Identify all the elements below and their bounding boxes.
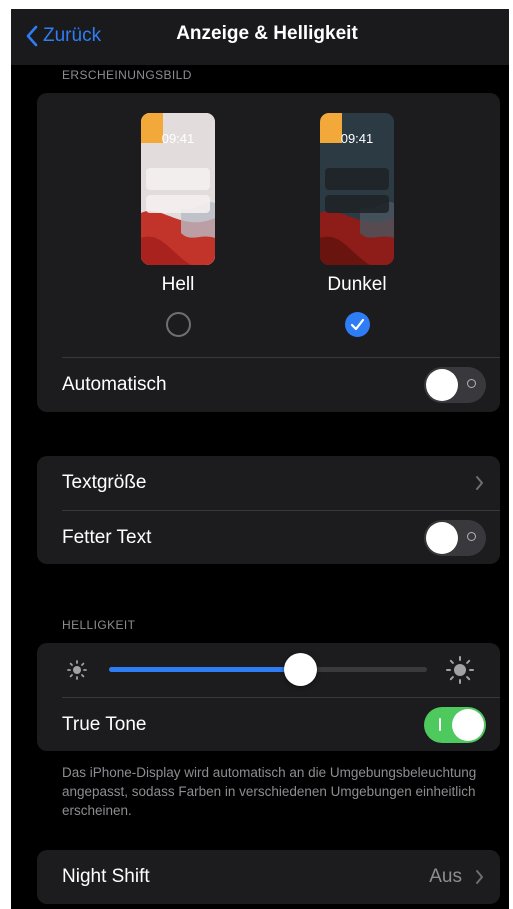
brightness-slider[interactable] — [109, 653, 427, 686]
automatic-toggle[interactable] — [424, 367, 486, 403]
light-mode-preview[interactable]: 09:41 — [141, 113, 215, 265]
light-preview-time: 09:41 — [161, 131, 195, 146]
true-tone-footer: Das iPhone-Display wird automatisch an d… — [62, 765, 477, 818]
light-option-radio[interactable] — [166, 312, 191, 337]
brightness-slider-fill — [109, 667, 300, 672]
toggle-on-indicator — [439, 717, 441, 731]
true-tone-toggle[interactable] — [424, 706, 486, 743]
night-shift-value: Aus — [429, 866, 462, 887]
toggle-knob — [426, 369, 458, 401]
bold-text-label: Fetter Text — [62, 526, 152, 548]
sun-large-icon — [446, 656, 474, 684]
brightness-slider-row — [37, 643, 500, 697]
chevron-right-icon — [476, 476, 483, 490]
dark-mode-preview[interactable]: 09:41 — [320, 113, 394, 265]
bold-text-row: Fetter Text — [37, 511, 500, 564]
night-shift-row[interactable]: Night Shift Aus — [37, 850, 500, 904]
appearance-header: ERSCHEINUNGSBILD — [62, 68, 192, 82]
automatic-row: Automatisch — [37, 358, 500, 412]
night-shift-group: Night Shift Aus — [37, 850, 500, 904]
dark-option-label: Dunkel — [327, 274, 387, 295]
dark-preview-time: 09:41 — [340, 131, 374, 146]
appearance-group: 09:41 Hell 09:41 Dunkel Automatisch — [37, 93, 500, 412]
true-tone-label: True Tone — [62, 713, 147, 735]
light-option-label: Hell — [161, 274, 195, 295]
text-size-row[interactable]: Textgröße — [37, 456, 500, 510]
navigation-bar: Zurück Anzeige & Helligkeit — [11, 9, 509, 65]
toggle-off-indicator — [467, 531, 476, 541]
text-size-label: Textgröße — [62, 472, 147, 493]
dark-option-radio[interactable] — [345, 312, 370, 337]
text-group: Textgröße Fetter Text — [37, 456, 500, 564]
bold-text-toggle[interactable] — [424, 519, 486, 556]
checkmark-icon — [350, 318, 365, 331]
toggle-off-indicator — [467, 379, 476, 388]
toggle-knob — [452, 708, 484, 741]
page-title: Anzeige & Helligkeit — [176, 23, 358, 44]
sun-small-icon — [67, 660, 87, 680]
chevron-right-icon — [476, 870, 483, 884]
brightness-group: True Tone — [37, 643, 500, 751]
toggle-knob — [426, 521, 458, 554]
settings-screen: Zurück Anzeige & Helligkeit ERSCHEINUNGS… — [11, 9, 509, 909]
night-shift-label: Night Shift — [62, 866, 150, 887]
brightness-slider-thumb[interactable] — [284, 653, 317, 686]
brightness-header: HELLIGKEIT — [62, 618, 136, 632]
automatic-label: Automatisch — [62, 374, 167, 395]
true-tone-row: True Tone — [37, 698, 500, 751]
